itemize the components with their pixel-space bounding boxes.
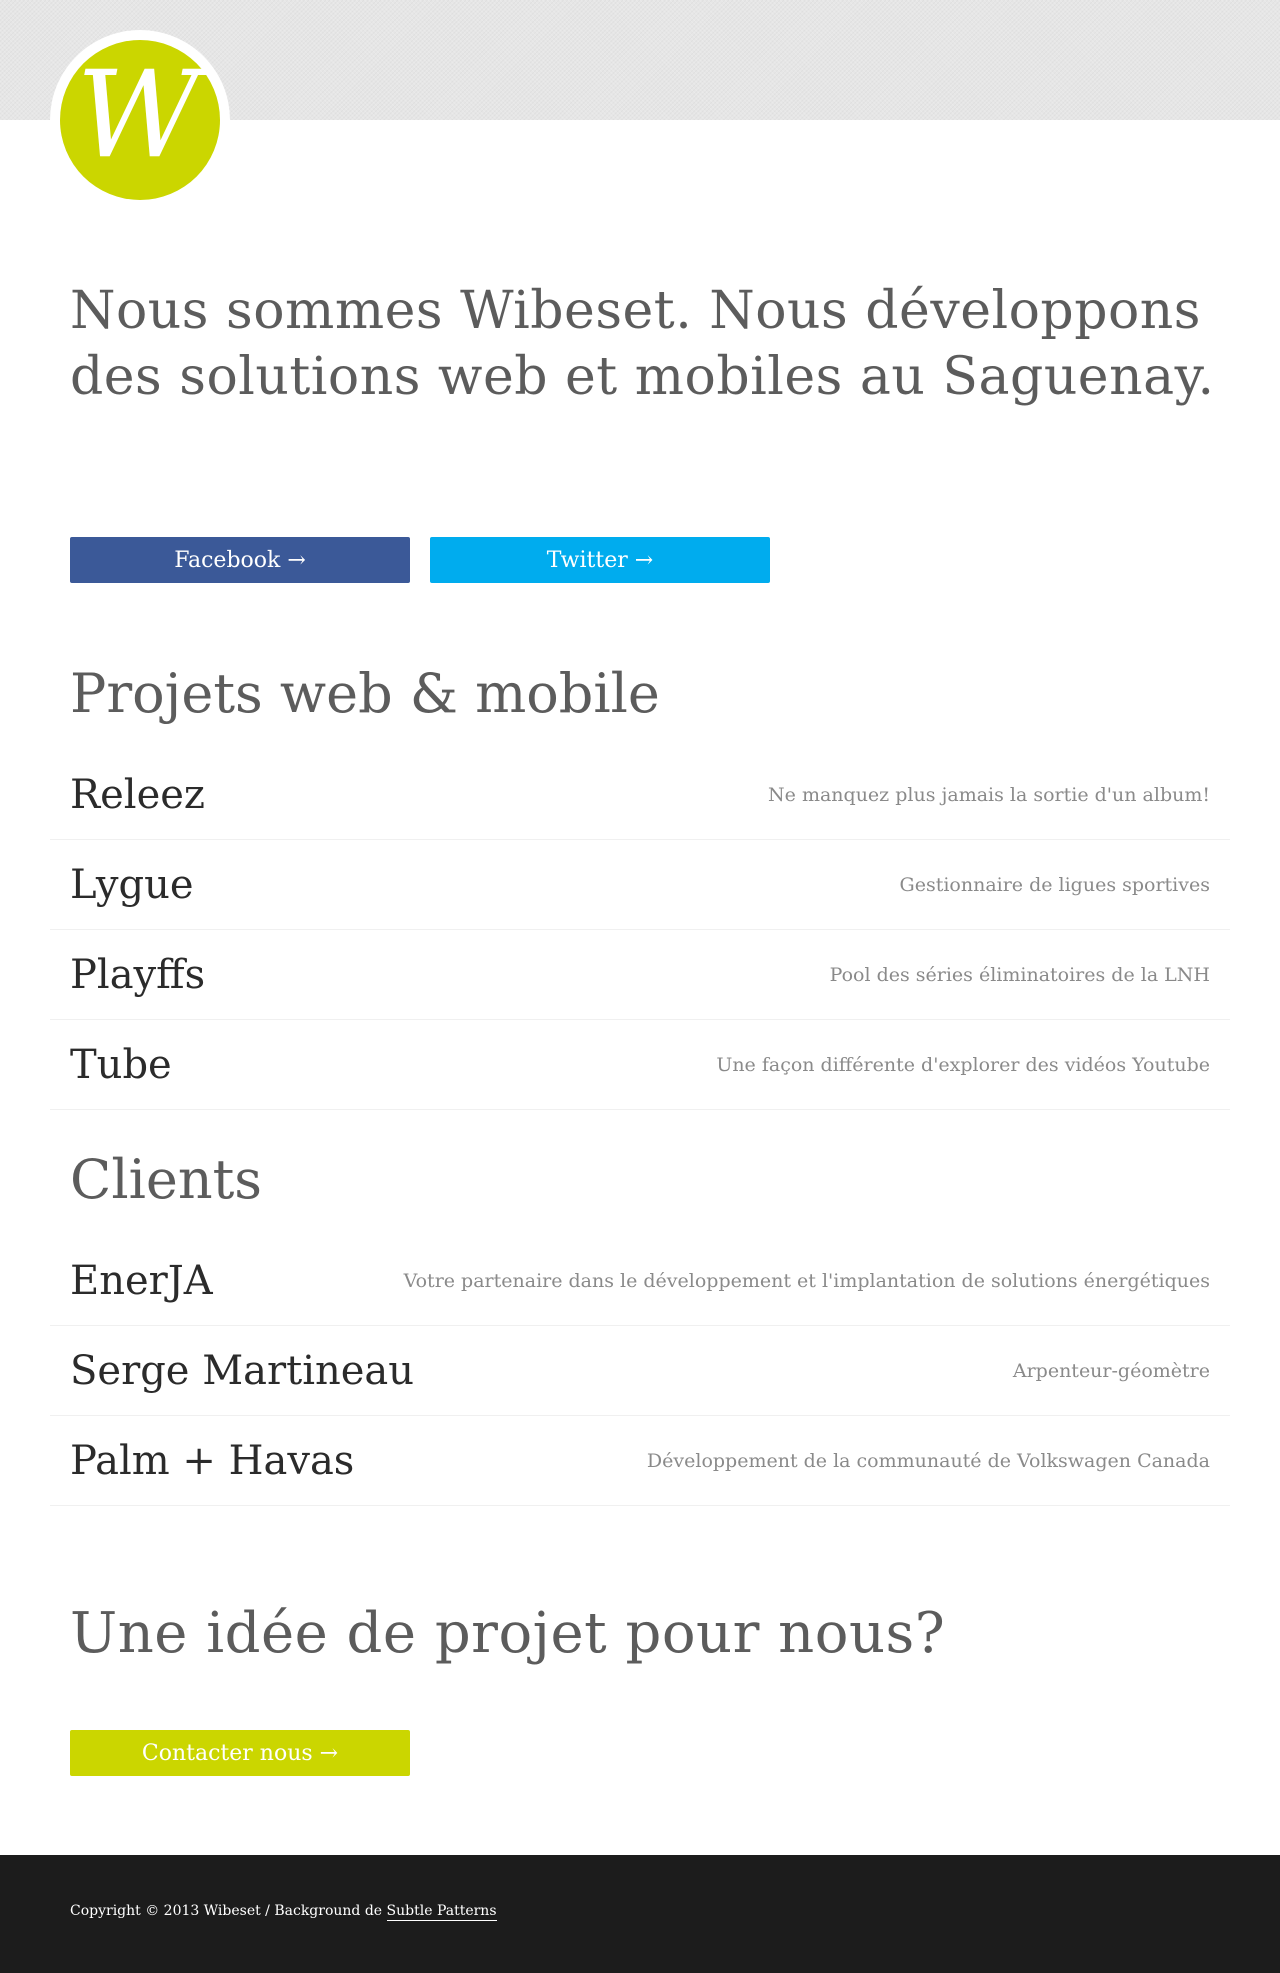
footer: Copyright © 2013 Wibeset / Background de… [0, 1855, 1280, 1973]
hero-heading: Nous sommes Wibeset. Nous développons de… [70, 281, 1215, 407]
project-description: Gestionnaire de ligues sportives [899, 873, 1210, 896]
client-description: Votre partenaire dans le développement e… [403, 1269, 1210, 1292]
clients-heading: Clients [70, 1148, 263, 1211]
contact-button[interactable]: Contacter nous → [70, 1730, 410, 1776]
project-item-releez[interactable]: Releez Ne manquez plus jamais la sortie … [50, 750, 1230, 840]
client-item-enerja[interactable]: EnerJA Votre partenaire dans le développ… [50, 1236, 1230, 1326]
client-name: Palm + Havas [70, 1437, 355, 1484]
copyright-text: Copyright © 2013 Wibeset / Background de [70, 1903, 387, 1919]
project-item-lygue[interactable]: Lygue Gestionnaire de ligues sportives [50, 840, 1230, 930]
project-name: Lygue [70, 861, 194, 908]
project-description: Ne manquez plus jamais la sortie d'un al… [768, 783, 1210, 806]
project-description: Une façon différente d'explorer des vidé… [716, 1053, 1210, 1076]
wibeset-logo[interactable]: W [60, 40, 220, 200]
subtle-patterns-link[interactable]: Subtle Patterns [386, 1903, 497, 1921]
project-item-playffs[interactable]: Playffs Pool des séries éliminatoires de… [50, 930, 1230, 1020]
project-name: Releez [70, 771, 205, 818]
facebook-button[interactable]: Facebook → [70, 537, 410, 583]
clients-list: EnerJA Votre partenaire dans le développ… [50, 1236, 1230, 1506]
client-description: Développement de la communauté de Volksw… [646, 1449, 1210, 1472]
project-item-tube[interactable]: Tube Une façon différente d'explorer des… [50, 1020, 1230, 1110]
client-name: Serge Martineau [70, 1347, 415, 1394]
projects-heading: Projets web & mobile [70, 662, 660, 725]
projects-list: Releez Ne manquez plus jamais la sortie … [50, 750, 1230, 1110]
client-item-palm-havas[interactable]: Palm + Havas Développement de la communa… [50, 1416, 1230, 1506]
project-name: Tube [70, 1041, 172, 1088]
twitter-button[interactable]: Twitter → [430, 537, 770, 583]
project-description: Pool des séries éliminatoires de la LNH [829, 963, 1210, 986]
footer-copyright: Copyright © 2013 Wibeset / Background de… [70, 1903, 497, 1921]
project-name: Playffs [70, 951, 206, 998]
cta-heading: Une idée de projet pour nous? [70, 1601, 946, 1666]
client-name: EnerJA [70, 1257, 213, 1304]
logo-letter: W [76, 46, 200, 185]
logo-container: W [50, 30, 230, 210]
client-description: Arpenteur-géomètre [1012, 1359, 1210, 1382]
client-item-serge-martineau[interactable]: Serge Martineau Arpenteur-géomètre [50, 1326, 1230, 1416]
